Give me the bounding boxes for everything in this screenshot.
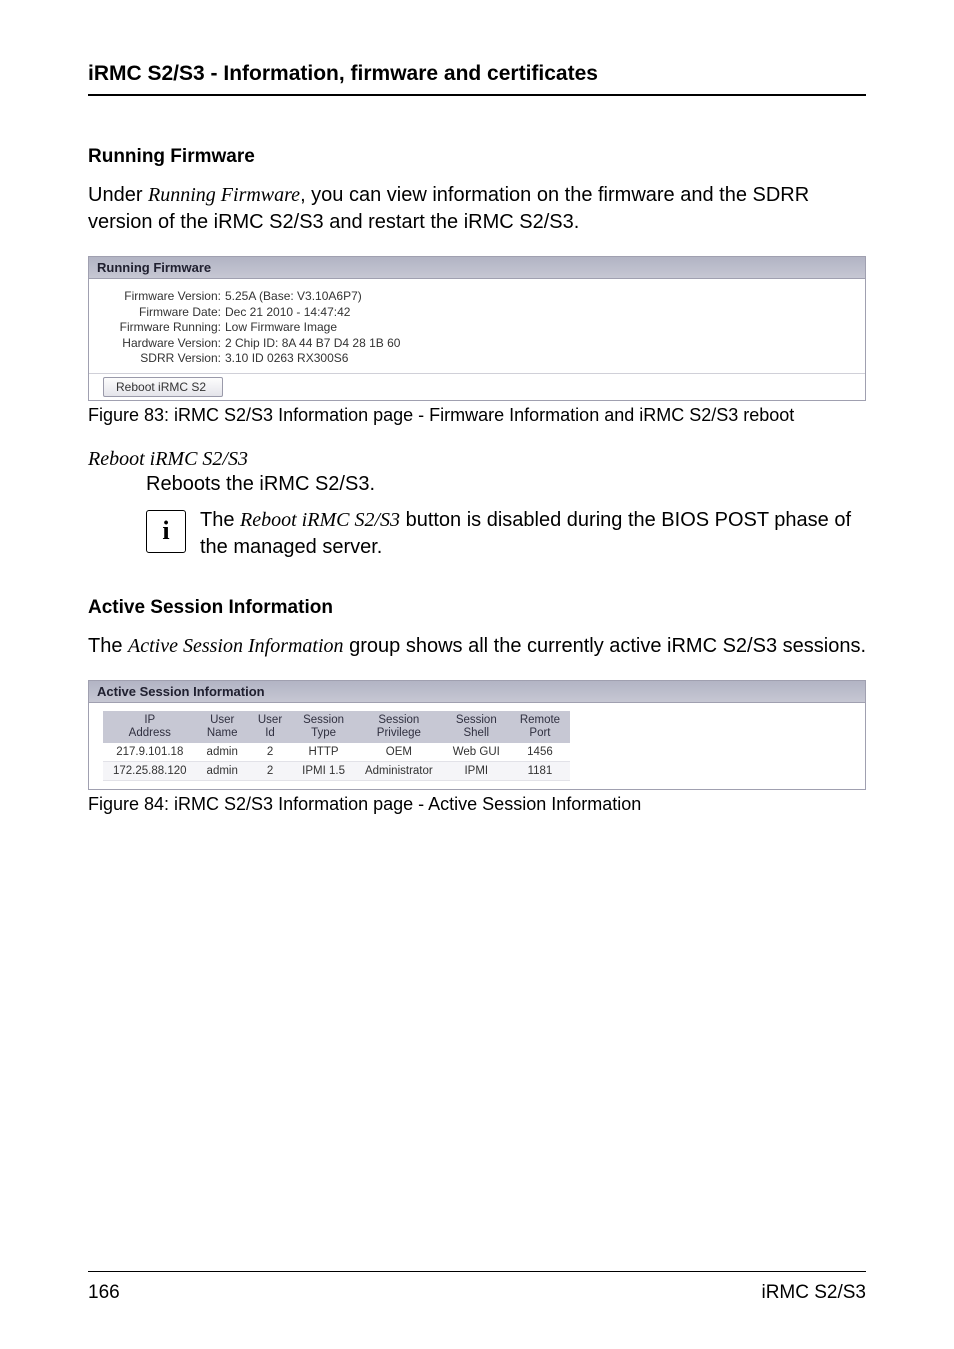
field-label: Firmware Date: xyxy=(105,305,225,321)
field-label: Firmware Version: xyxy=(105,289,225,305)
field-value: 2 Chip ID: 8A 44 B7 D4 28 1B 60 xyxy=(225,336,400,352)
firmware-version-row: Firmware Version: 5.25A (Base: V3.10A6P7… xyxy=(105,289,859,305)
text-italic: Running Firmware xyxy=(148,184,300,206)
field-label: Firmware Running: xyxy=(105,320,225,336)
page-number: 166 xyxy=(88,1282,120,1304)
running-firmware-intro: Under Running Firmware, you can view inf… xyxy=(88,182,866,236)
page-header: iRMC S2/S3 - Information, firmware and c… xyxy=(88,62,866,96)
text-fragment: Under xyxy=(88,184,148,206)
field-value: 5.25A (Base: V3.10A6P7) xyxy=(225,289,362,305)
sdrr-version-row: SDRR Version: 3.10 ID 0263 RX300S6 xyxy=(105,351,859,367)
reboot-definition: Reboots the iRMC S2/S3. xyxy=(146,471,866,497)
col-session-privilege: SessionPrivilege xyxy=(355,711,443,743)
text-fragment: group shows all the currently active iRM… xyxy=(344,635,866,657)
cell-session-privilege: Administrator xyxy=(355,762,443,781)
cell-session-type: IPMI 1.5 xyxy=(292,762,355,781)
table-row: 172.25.88.120 admin 2 IPMI 1.5 Administr… xyxy=(103,762,570,781)
running-firmware-button-row: Reboot iRMC S2 xyxy=(89,373,865,400)
running-firmware-panel-body: Firmware Version: 5.25A (Base: V3.10A6P7… xyxy=(89,279,865,373)
col-remote-port: RemotePort xyxy=(510,711,570,743)
text-italic: Active Session Information xyxy=(128,635,344,657)
cell-ip: 172.25.88.120 xyxy=(103,762,197,781)
table-row: 217.9.101.18 admin 2 HTTP OEM Web GUI 14… xyxy=(103,743,570,762)
cell-session-privilege: OEM xyxy=(355,743,443,762)
field-value: Low Firmware Image xyxy=(225,320,337,336)
active-session-intro: The Active Session Information group sho… xyxy=(88,633,866,660)
cell-session-shell: Web GUI xyxy=(443,743,510,762)
figure-84-caption: Figure 84: iRMC S2/S3 Information page -… xyxy=(88,794,866,815)
info-icon: i xyxy=(146,510,186,553)
cell-session-type: HTTP xyxy=(292,743,355,762)
active-session-panel: Active Session Information IPAddress Use… xyxy=(88,680,866,790)
cell-user-name: admin xyxy=(197,743,248,762)
firmware-running-row: Firmware Running: Low Firmware Image xyxy=(105,320,859,336)
field-value: Dec 21 2010 - 14:47:42 xyxy=(225,305,350,321)
figure-83-caption: Figure 83: iRMC S2/S3 Information page -… xyxy=(88,405,866,426)
cell-remote-port: 1456 xyxy=(510,743,570,762)
col-session-type: SessionType xyxy=(292,711,355,743)
section-heading-running-firmware: Running Firmware xyxy=(88,146,866,168)
reboot-irmc-button[interactable]: Reboot iRMC S2 xyxy=(103,377,223,397)
footer-product: iRMC S2/S3 xyxy=(761,1282,866,1304)
text-fragment: The xyxy=(200,509,240,531)
page-footer: 166 iRMC S2/S3 xyxy=(88,1271,866,1304)
active-session-panel-title: Active Session Information xyxy=(89,681,865,703)
active-session-panel-body: IPAddress UserName UserId SessionType Se… xyxy=(89,703,865,789)
text-fragment: The xyxy=(88,635,128,657)
info-glyph: i xyxy=(162,518,169,544)
hardware-version-row: Hardware Version: 2 Chip ID: 8A 44 B7 D4… xyxy=(105,336,859,352)
table-header-row: IPAddress UserName UserId SessionType Se… xyxy=(103,711,570,743)
reboot-term: Reboot iRMC S2/S3 xyxy=(88,448,866,471)
firmware-date-row: Firmware Date: Dec 21 2010 - 14:47:42 xyxy=(105,305,859,321)
cell-session-shell: IPMI xyxy=(443,762,510,781)
section-heading-active-session: Active Session Information xyxy=(88,597,866,619)
col-session-shell: SessionShell xyxy=(443,711,510,743)
cell-remote-port: 1181 xyxy=(510,762,570,781)
col-user-id: UserId xyxy=(248,711,292,743)
cell-user-id: 2 xyxy=(248,762,292,781)
cell-user-id: 2 xyxy=(248,743,292,762)
field-value: 3.10 ID 0263 RX300S6 xyxy=(225,351,348,367)
text-italic: Reboot iRMC S2/S3 xyxy=(240,509,400,531)
cell-ip: 217.9.101.18 xyxy=(103,743,197,762)
info-note: i The Reboot iRMC S2/S3 button is disabl… xyxy=(146,507,866,561)
field-label: SDRR Version: xyxy=(105,351,225,367)
running-firmware-panel: Running Firmware Firmware Version: 5.25A… xyxy=(88,256,866,401)
col-ip-address: IPAddress xyxy=(103,711,197,743)
cell-user-name: admin xyxy=(197,762,248,781)
info-note-text: The Reboot iRMC S2/S3 button is disabled… xyxy=(200,507,866,561)
active-session-table: IPAddress UserName UserId SessionType Se… xyxy=(103,711,570,781)
col-user-name: UserName xyxy=(197,711,248,743)
field-label: Hardware Version: xyxy=(105,336,225,352)
running-firmware-panel-title: Running Firmware xyxy=(89,257,865,279)
